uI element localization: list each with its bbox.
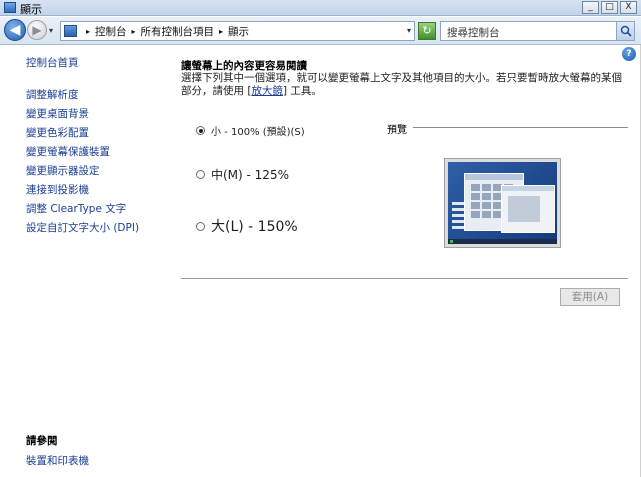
preview-screen [448, 162, 557, 244]
see-also-header: 請參閱 [26, 435, 58, 447]
back-button[interactable]: ◀ [4, 19, 26, 41]
sidebar-item-screen-saver[interactable]: 變更螢幕保護裝置 [26, 144, 176, 159]
option-medium-label: 中(M) - 125% [211, 168, 289, 182]
apply-button[interactable]: 套用(A) [560, 288, 620, 306]
sidebar-item-connect-projector[interactable]: 連接到投影機 [26, 182, 176, 197]
address-dropdown-icon[interactable]: ▾ [407, 26, 411, 35]
option-small-label: 小 - 100% (預設)(S) [211, 127, 305, 138]
navigation-bar: ◀ ▶ ▾ ▸ 控制台 ▸ 所有控制台項目 ▸ 顯示 ▾ ↻ 搜尋控制台 [0, 17, 641, 45]
breadcrumb-separator-icon[interactable]: ▸ [132, 27, 136, 36]
help-icon[interactable]: ? [622, 47, 636, 61]
sidebar-item-custom-dpi[interactable]: 設定自訂文字大小 (DPI) [26, 220, 176, 235]
see-also-section: 請參閱 裝置和印表機 [26, 433, 89, 472]
sidebar-item-desktop-background[interactable]: 變更桌面背景 [26, 106, 176, 121]
sidebar-item-display-settings[interactable]: 變更顯示器設定 [26, 163, 176, 178]
preview-divider [413, 127, 628, 128]
search-input[interactable]: 搜尋控制台 [447, 25, 500, 40]
breadcrumb-all-items[interactable]: 所有控制台項目 [141, 24, 215, 39]
breadcrumb: ▸ 控制台 ▸ 所有控制台項目 ▸ 顯示 [81, 24, 249, 39]
preview-image [444, 158, 561, 248]
description-text: 選擇下列其中一個選項，就可以變更螢幕上文字及其他項目的大小。若只要暫時放大螢幕的… [181, 72, 626, 98]
refresh-button[interactable]: ↻ [418, 22, 436, 40]
left-pane: 控制台首頁 調整解析度 變更桌面背景 變更色彩配置 變更螢幕保護裝置 變更顯示器… [26, 55, 176, 239]
search-button[interactable] [616, 22, 634, 40]
minimize-button[interactable]: _ [582, 1, 599, 14]
forward-button[interactable]: ▶ [27, 20, 47, 40]
preview-label: 預覽 [387, 125, 407, 136]
sidebar-item-color-scheme[interactable]: 變更色彩配置 [26, 125, 176, 140]
preview-window-front [501, 185, 555, 233]
radio-large[interactable] [196, 221, 205, 231]
radio-small[interactable] [196, 126, 205, 135]
page-title: 讓螢幕上的內容更容易閱讀 [181, 60, 307, 72]
main-content: 讓螢幕上的內容更容易閱讀 選擇下列其中一個選項，就可以變更螢幕上文字及其他項目的… [181, 58, 622, 97]
close-button[interactable]: X [620, 1, 637, 14]
breadcrumb-control-panel[interactable]: 控制台 [95, 24, 127, 39]
maximize-button[interactable]: □ [601, 1, 618, 14]
breadcrumb-separator-icon[interactable]: ▸ [86, 27, 90, 36]
option-large[interactable]: 大(L) - 150% [196, 216, 298, 236]
breadcrumb-separator-icon[interactable]: ▸ [219, 27, 223, 36]
title-bar: 顯示 _ □ X [0, 0, 641, 16]
window-title: 顯示 [20, 3, 42, 16]
see-also-devices-printers[interactable]: 裝置和印表機 [26, 453, 89, 468]
address-bar[interactable]: ▸ 控制台 ▸ 所有控制台項目 ▸ 顯示 ▾ [60, 21, 415, 41]
breadcrumb-display[interactable]: 顯示 [228, 24, 249, 39]
sidebar-item-control-panel-home[interactable]: 控制台首頁 [26, 55, 176, 70]
magnifier-link[interactable]: 放大鏡 [251, 85, 283, 97]
control-panel-icon [64, 25, 77, 37]
recent-pages-dropdown-icon[interactable]: ▾ [49, 26, 53, 35]
divider [181, 278, 628, 279]
sidebar-item-cleartype[interactable]: 調整 ClearType 文字 [26, 201, 176, 216]
window-controls: _ □ X [582, 1, 637, 14]
preview-taskbar [448, 239, 557, 244]
description-part-2: ] 工具。 [282, 85, 322, 97]
sidebar-item-adjust-resolution[interactable]: 調整解析度 [26, 87, 176, 102]
option-large-label: 大(L) - 150% [211, 219, 298, 235]
option-medium[interactable]: 中(M) - 125% [196, 166, 289, 183]
option-small[interactable]: 小 - 100% (預設)(S) [196, 123, 305, 138]
description-part-1: 選擇下列其中一個選項，就可以變更螢幕上文字及其他項目的大小。若只要暫時放大螢幕的… [181, 72, 622, 97]
search-box[interactable]: 搜尋控制台 [440, 21, 635, 41]
display-app-icon [4, 2, 16, 13]
radio-medium[interactable] [196, 170, 205, 179]
search-icon [620, 25, 632, 37]
